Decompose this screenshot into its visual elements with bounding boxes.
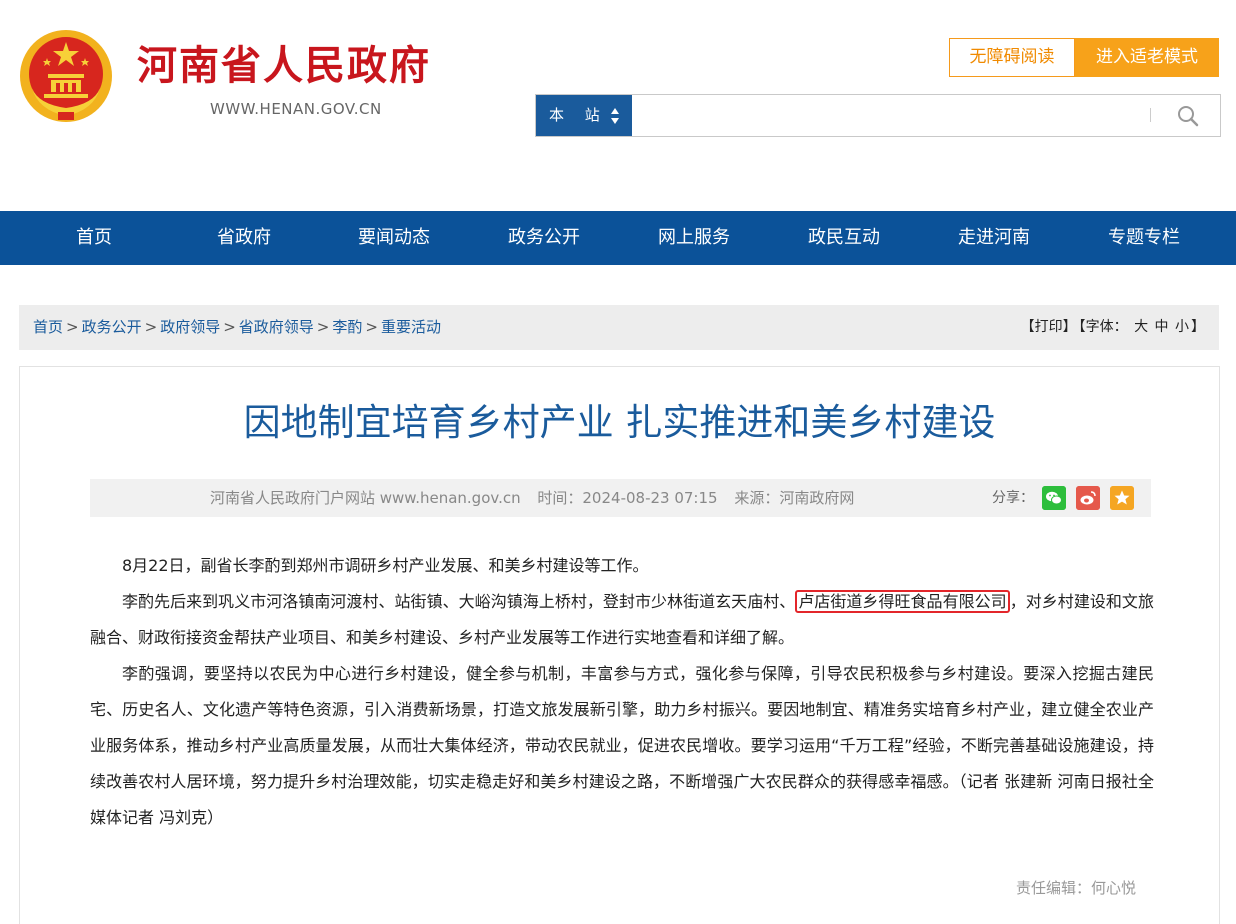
national-emblem-icon[interactable] [18,28,114,124]
article-tools: 【打印】 【字体： 大 中 小】 [1019,305,1205,350]
nav-item-about-henan[interactable]: 走进河南 [924,211,1064,265]
search-icon[interactable] [1174,102,1202,130]
breadcrumb-separator: > [223,318,236,336]
article-title: 因地制宜培育乡村产业 扎实推进和美乡村建设 [243,401,996,444]
site-header: 河南省人民政府 WWW.HENAN.GOV.CN 无障碍阅读 进入适老模式 本 … [0,0,1236,211]
font-large-button[interactable]: 大 [1134,319,1148,335]
breadcrumb-activities[interactable]: 重要活动 [381,318,441,336]
share-label: 分享： [992,490,1034,506]
search-scope-label: 本 站 [549,106,608,124]
search-scope-select[interactable]: 本 站 [536,95,632,136]
site-url: WWW.HENAN.GOV.CN [210,100,382,118]
article-paragraph-2: 李酌先后来到巩义市河洛镇南河渡村、站街镇、大峪沟镇海上桥村，登封市少林街道玄天庙… [90,584,1154,656]
nav-item-provincial-gov[interactable]: 省政府 [174,211,314,265]
font-small-button[interactable]: 小 [1175,319,1189,335]
article-meta: 河南省人民政府门户网站 www.henan.gov.cn 时间：2024-08-… [210,479,866,517]
responsible-editor: 责任编辑：何心悦 [1015,879,1136,897]
nav-item-home[interactable]: 首页 [24,211,164,265]
breadcrumb-separator: > [316,318,330,336]
nav-item-special-topics[interactable]: 专题专栏 [1074,211,1214,265]
breadcrumb-leader[interactable]: 李酌 [332,318,362,336]
article-paragraph-3: 李酌强调，要坚持以农民为中心进行乡村建设，健全参与机制，丰富参与方式，强化参与保… [90,664,1154,827]
accessibility-reading-button[interactable]: 无障碍阅读 [949,38,1075,77]
article-body: 8月22日，副省长李酌到郑州市调研乡村产业发展、和美乡村建设等工作。 李酌先后来… [90,548,1154,836]
article-origin: 来源：河南政府网 [734,489,855,507]
breadcrumb: 首页 > 政务公开 > 政府领导 > 省政府领导 > 李酌 > 重要活动 [33,305,441,350]
font-size-prefix: 【字体： [1078,319,1128,335]
article-meta-bar: 河南省人民政府门户网站 www.henan.gov.cn 时间：2024-08-… [90,479,1151,517]
search-input[interactable] [636,99,1136,132]
wechat-icon[interactable] [1042,486,1066,510]
search-divider [1150,108,1151,122]
elder-mode-button[interactable]: 进入适老模式 [1075,38,1219,77]
main-nav: 首页 省政府 要闻动态 政务公开 网上服务 政民互动 走进河南 专题专栏 [0,211,1236,265]
breadcrumb-gov-leaders[interactable]: 政府领导 [160,318,220,336]
article-time: 时间：2024-08-23 07:15 [537,489,718,507]
up-down-arrows-icon [611,108,619,124]
star-icon[interactable] [1110,486,1134,510]
breadcrumb-gov-affairs[interactable]: 政务公开 [82,318,142,336]
article-source-site: 河南省人民政府门户网站 www.henan.gov.cn [210,489,521,507]
search-bar: 本 站 [535,94,1221,137]
nav-item-gov-affairs[interactable]: 政务公开 [474,211,614,265]
breadcrumb-separator: > [144,318,158,336]
breadcrumb-provincial-leaders[interactable]: 省政府领导 [239,318,314,336]
breadcrumb-home[interactable]: 首页 [33,318,63,336]
nav-item-interaction[interactable]: 政民互动 [774,211,914,265]
print-button[interactable]: 【打印】 [1021,319,1077,335]
nav-item-online-services[interactable]: 网上服务 [624,211,764,265]
paragraph-2-text: 李酌先后来到巩义市河洛镇南河渡村、站街镇、大峪沟镇海上桥村，登封市少林街道玄天庙… [122,592,796,611]
breadcrumb-bar: 首页 > 政务公开 > 政府领导 > 省政府领导 > 李酌 > 重要活动 【打印】 【字体： 大 中 … [19,305,1219,350]
breadcrumb-separator: > [66,318,79,336]
font-medium-button[interactable]: 中 [1155,319,1169,335]
nav-item-news[interactable]: 要闻动态 [324,211,464,265]
article-paragraph-1: 8月22日，副省长李酌到郑州市调研乡村产业发展、和美乡村建设等工作。 [122,556,649,575]
font-size-suffix: 】 [1191,319,1205,335]
breadcrumb-separator: > [365,318,378,336]
article-container: 因地制宜培育乡村产业 扎实推进和美乡村建设 河南省人民政府门户网站 www.he… [19,366,1220,924]
highlighted-company-name: 卢店街道乡得旺食品有限公司 [795,590,1010,613]
site-name[interactable]: 河南省人民政府 [137,40,431,92]
weibo-icon[interactable] [1076,486,1100,510]
